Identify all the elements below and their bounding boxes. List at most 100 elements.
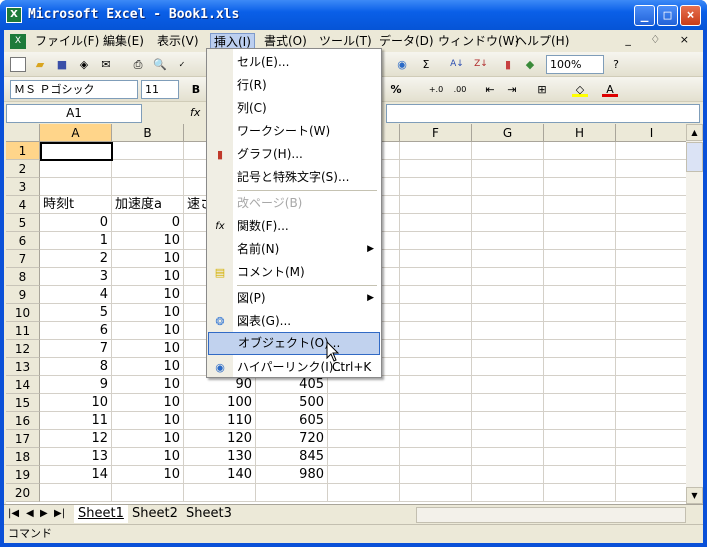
cell-i11[interactable] xyxy=(616,322,686,340)
menu-item-diagram[interactable]: ❂ 図表(G)... xyxy=(208,310,380,333)
vertical-scrollbar[interactable]: ▲ ▼ xyxy=(686,124,703,504)
row-header[interactable]: 16 xyxy=(6,412,40,430)
cell-i1[interactable] xyxy=(616,142,686,160)
cell-g18[interactable] xyxy=(472,448,544,466)
row-header[interactable]: 2 xyxy=(6,160,40,178)
prev-sheet-icon[interactable]: ◀ xyxy=(26,508,34,519)
cell-i13[interactable] xyxy=(616,358,686,376)
row-header[interactable]: 9 xyxy=(6,286,40,304)
cell-b20[interactable] xyxy=(112,484,184,502)
font-select[interactable]: ＭＳ Ｐゴシック xyxy=(10,80,138,99)
cell-h12[interactable] xyxy=(544,340,616,358)
cell-b10[interactable]: 10 xyxy=(112,304,184,322)
cell-a5[interactable]: 0 xyxy=(40,214,112,232)
cell-f17[interactable] xyxy=(400,430,472,448)
cell-i3[interactable] xyxy=(616,178,686,196)
cell-e15[interactable] xyxy=(328,394,400,412)
cell-b5[interactable]: 0 xyxy=(112,214,184,232)
cell-e18[interactable] xyxy=(328,448,400,466)
cell-b9[interactable]: 10 xyxy=(112,286,184,304)
row-header[interactable]: 3 xyxy=(6,178,40,196)
column-header-f[interactable]: F xyxy=(400,124,472,142)
menu-item-comment[interactable]: ▤ コメント(M) xyxy=(208,261,380,284)
decrease-indent-icon[interactable]: ⇤ xyxy=(482,82,498,97)
fill-color-icon[interactable]: ◇ xyxy=(572,82,588,97)
cell-h14[interactable] xyxy=(544,376,616,394)
row-header[interactable]: 7 xyxy=(6,250,40,268)
cell-h13[interactable] xyxy=(544,358,616,376)
decrease-decimal-icon[interactable]: .00 xyxy=(452,82,468,97)
chart-wizard-icon[interactable]: ▮ xyxy=(500,57,516,72)
new-icon[interactable] xyxy=(10,57,26,72)
cell-g20[interactable] xyxy=(472,484,544,502)
cell-i2[interactable] xyxy=(616,160,686,178)
cell-a19[interactable]: 14 xyxy=(40,466,112,484)
percent-style-button[interactable]: % xyxy=(388,82,404,97)
sort-ascending-icon[interactable]: A↓ xyxy=(449,57,465,72)
menu-help[interactable]: ヘルプ(H) xyxy=(512,33,572,50)
row-header[interactable]: 5 xyxy=(6,214,40,232)
cell-f16[interactable] xyxy=(400,412,472,430)
cell-g17[interactable] xyxy=(472,430,544,448)
save-icon[interactable]: ■ xyxy=(54,57,70,72)
menu-item-symbol[interactable]: 記号と特殊文字(S)... xyxy=(208,166,380,189)
cell-d20[interactable] xyxy=(256,484,328,502)
cell-f4[interactable] xyxy=(400,196,472,214)
column-header-g[interactable]: G xyxy=(472,124,544,142)
menu-window[interactable]: ウィンドウ(W) xyxy=(435,33,522,50)
open-icon[interactable]: ▰ xyxy=(32,57,48,72)
cell-d15[interactable]: 500 xyxy=(256,394,328,412)
menu-item-name[interactable]: 名前(N) ▶ xyxy=(208,238,380,261)
scroll-down-button[interactable]: ▼ xyxy=(686,487,703,504)
autosum-icon[interactable]: Σ xyxy=(418,57,434,72)
horizontal-scrollbar[interactable] xyxy=(416,507,686,523)
menu-item-cells[interactable]: セル(E)... xyxy=(208,51,380,74)
cell-g5[interactable] xyxy=(472,214,544,232)
cell-d18[interactable]: 845 xyxy=(256,448,328,466)
cell-f18[interactable] xyxy=(400,448,472,466)
cell-b7[interactable]: 10 xyxy=(112,250,184,268)
cell-b6[interactable]: 10 xyxy=(112,232,184,250)
cell-i8[interactable] xyxy=(616,268,686,286)
hyperlink-icon[interactable]: ◉ xyxy=(394,57,410,72)
cell-a12[interactable]: 7 xyxy=(40,340,112,358)
cell-b1[interactable] xyxy=(112,142,184,160)
spelling-icon[interactable]: ✓ xyxy=(174,57,190,72)
cell-h9[interactable] xyxy=(544,286,616,304)
cell-f9[interactable] xyxy=(400,286,472,304)
cell-b4[interactable]: 加速度a xyxy=(112,196,184,214)
sheet-tab-1[interactable]: Sheet1 xyxy=(74,505,128,523)
menu-item-rows[interactable]: 行(R) xyxy=(208,74,380,97)
cell-g6[interactable] xyxy=(472,232,544,250)
cell-g16[interactable] xyxy=(472,412,544,430)
row-header[interactable]: 12 xyxy=(6,340,40,358)
cell-b8[interactable]: 10 xyxy=(112,268,184,286)
cell-b3[interactable] xyxy=(112,178,184,196)
cell-a7[interactable]: 2 xyxy=(40,250,112,268)
cell-c17[interactable]: 120 xyxy=(184,430,256,448)
cell-i18[interactable] xyxy=(616,448,686,466)
cell-h6[interactable] xyxy=(544,232,616,250)
cell-i9[interactable] xyxy=(616,286,686,304)
last-sheet-icon[interactable]: ▶| xyxy=(54,508,65,519)
cell-i20[interactable] xyxy=(616,484,686,502)
cell-a20[interactable] xyxy=(40,484,112,502)
cell-h16[interactable] xyxy=(544,412,616,430)
workbook-icon[interactable]: X xyxy=(10,34,26,49)
cell-i16[interactable] xyxy=(616,412,686,430)
cell-a15[interactable]: 10 xyxy=(40,394,112,412)
row-header[interactable]: 6 xyxy=(6,232,40,250)
cell-b15[interactable]: 10 xyxy=(112,394,184,412)
cell-g9[interactable] xyxy=(472,286,544,304)
cell-h20[interactable] xyxy=(544,484,616,502)
maximize-button[interactable]: □ xyxy=(657,5,678,26)
cell-g3[interactable] xyxy=(472,178,544,196)
column-header-a[interactable]: A xyxy=(40,124,112,142)
email-icon[interactable]: ✉ xyxy=(98,57,114,72)
cell-e20[interactable] xyxy=(328,484,400,502)
row-header[interactable]: 11 xyxy=(6,322,40,340)
function-icon[interactable]: fx xyxy=(190,106,200,119)
close-button[interactable]: × xyxy=(680,5,701,26)
cell-g11[interactable] xyxy=(472,322,544,340)
row-header[interactable]: 20 xyxy=(6,484,40,502)
